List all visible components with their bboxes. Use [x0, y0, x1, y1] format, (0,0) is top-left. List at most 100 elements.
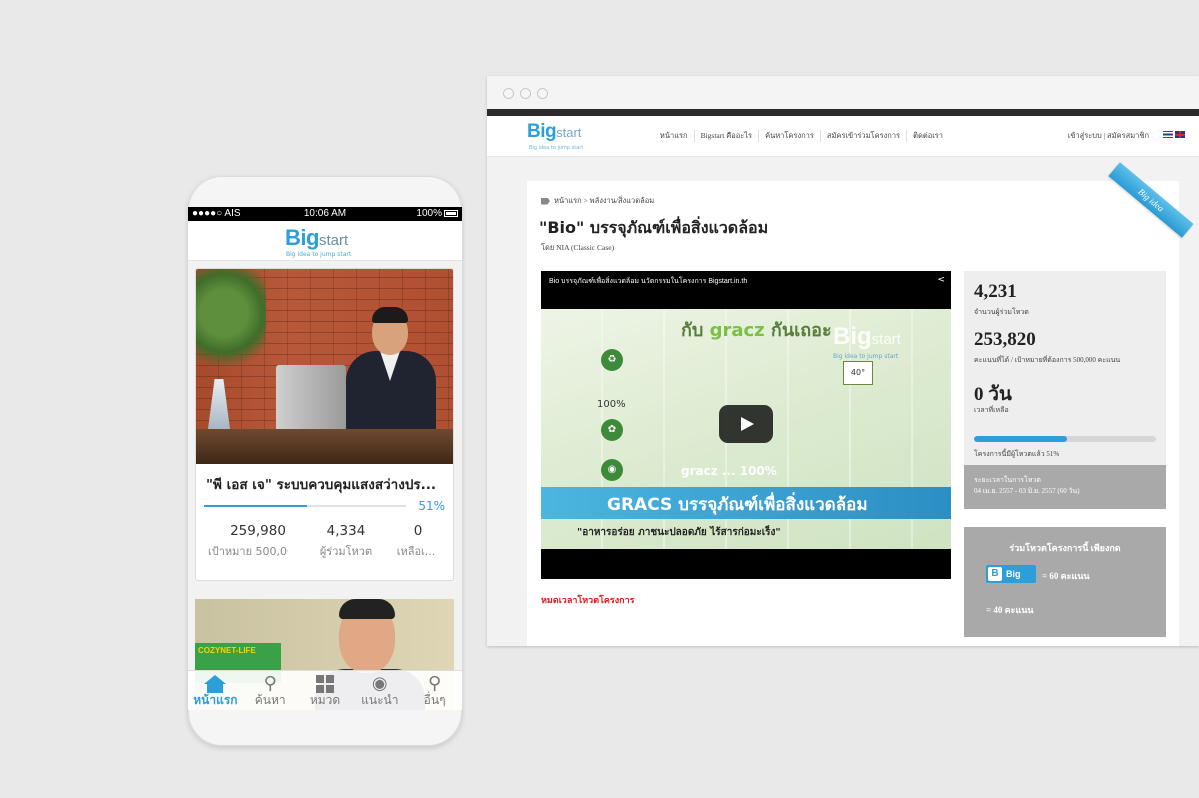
table-decor [196, 429, 453, 464]
video-banner: GRACS บรรจุภัณฑ์เพื่อสิ่งแวดล้อม [541, 487, 951, 519]
project-feed-card[interactable]: "พี เอส เจ" ระบบควบคุมแสงสว่างปร... 51% … [195, 268, 454, 581]
big-b-icon: B [988, 567, 1002, 581]
content-area: Big idea หน้าแรก > พลังงาน/สิ่งแวดล้อม "… [487, 157, 1199, 646]
target-score-value: 259,980 [230, 523, 286, 539]
tab-recommended-label: แนะนำ [361, 693, 399, 707]
voting-expired-notice: หมดเวลาโหวตโครงการ [541, 596, 635, 606]
location-pin-icon: ⚲ [427, 673, 442, 694]
leaf-icon: ✿ [601, 419, 623, 441]
tab-category[interactable]: หมวด [298, 671, 353, 710]
vote-panel-title: ร่วมโหวตโครงการนี้ เพียงกด [1009, 543, 1121, 553]
logo-start: start [556, 125, 582, 140]
recycle-icon: ♻ [601, 349, 623, 371]
tab-home-label: หน้าแรก [193, 693, 238, 707]
battery-label: 100% [416, 208, 442, 219]
nav-contact[interactable]: ติดต่อเรา [906, 130, 949, 142]
vote-panel: ร่วมโหวตโครงการนี้ เพียงกด B Big = 60 คะ… [964, 527, 1166, 637]
video-percent-label: 100% [597, 399, 626, 410]
grid-icon [315, 675, 334, 693]
vote-progress-bar [974, 436, 1156, 442]
byline: โดย NIA (Classic Case) [541, 243, 615, 252]
video-temp-badge: 40° [843, 361, 873, 385]
tab-home[interactable]: หน้าแรก [188, 671, 243, 710]
tab-category-label: หมวด [309, 693, 341, 707]
video-watermark-tagline: Big idea to jump start [833, 353, 899, 360]
tab-search[interactable]: ⚲ ค้นหา [243, 671, 298, 710]
tab-search-label: ค้นหา [254, 693, 286, 707]
nav-apply[interactable]: สมัครเข้าร่วมโครงการ [819, 130, 906, 142]
site-header: Bigstart Big idea to jump start หน้าแรก … [487, 116, 1199, 157]
project-title[interactable]: "พี เอส เจ" ระบบควบคุมแสงสว่างปร... [206, 473, 446, 495]
device-display [276, 365, 346, 431]
video-banner-text: GRACS บรรจุภัณฑ์เพื่อสิ่งแวดล้อม [607, 495, 868, 515]
plant-decor [196, 269, 266, 379]
search-icon: ⚲ [263, 673, 277, 694]
project-photo[interactable] [196, 269, 453, 464]
video-title[interactable]: Bio บรรจุภัณฑ์เพื่อสิ่งแวดล้อม นวัตกรรมใ… [549, 276, 747, 287]
target-score-label: เป้าหมาย 500,000... [208, 545, 288, 558]
tab-recommended[interactable]: ◉ แนะนำ [352, 671, 407, 710]
browser-window: Bigstart Big idea to jump start หน้าแรก … [487, 76, 1199, 646]
phone-screen: ●●●●○ AIS 10:06 AM 100% Bigstart Big ide… [188, 207, 462, 710]
nav-search-projects[interactable]: ค้นหาโครงการ [758, 130, 820, 142]
video-watermark-logo: Bigstart [833, 323, 901, 350]
days-left-label: เวลาที่เหลือ [974, 406, 1009, 414]
score-label: คะแนนที่ได้ / เป้าหมายที่ต้องการ 500,000… [974, 356, 1121, 364]
logo-tagline: Big idea to jump start [529, 145, 584, 151]
breadcrumb: หน้าแรก > พลังงาน/สิ่งแวดล้อม [541, 195, 654, 207]
voting-period-range: 04 เม.ย. 2557 - 03 มิ.ย. 2557 (60 วัน) [974, 487, 1080, 495]
login-register-link[interactable]: เข้าสู่ระบบ | สมัครสมาชิก [1068, 130, 1149, 142]
app-logo-big: Big [285, 225, 319, 250]
video-product-text: gracz ... 100% [681, 464, 777, 478]
nav-about[interactable]: Bigstart คืออะไร [693, 130, 758, 142]
browser-chrome [487, 76, 1199, 109]
page-title: "Bio" บรรจุภัณฑ์เพื่อสิ่งแวดล้อม [539, 218, 769, 237]
play-button-icon[interactable] [719, 405, 773, 443]
share-icon[interactable]: < [937, 275, 945, 285]
video-player[interactable]: Bio บรรจุภัณฑ์เพื่อสิ่งแวดล้อม นวัตกรรมใ… [541, 271, 951, 579]
phone-device: ●●●●○ AIS 10:06 AM 100% Bigstart Big ide… [188, 176, 462, 746]
app-header: Bigstart Big idea to jump start [188, 221, 462, 261]
voters-label: ผู้ร่วมโหวต [319, 545, 373, 558]
vote-progress-label: โครงการนี้มีผู้โหวตแล้ว 51% [974, 450, 1060, 458]
app-logo[interactable]: Bigstart Big idea to jump start [285, 225, 351, 258]
video-headline: กับ gracz กันเถอะ [681, 320, 832, 341]
uk-flag-icon[interactable] [1175, 131, 1185, 138]
app-logo-start: start [318, 232, 349, 249]
window-close-button[interactable] [503, 88, 514, 99]
voting-period-label: ระยะเวลาในการโหวต [974, 476, 1041, 484]
site-topbar [487, 109, 1199, 116]
breadcrumb-text[interactable]: หน้าแรก > พลังงาน/สิ่งแวดล้อม [554, 195, 654, 207]
remaining-label: เหลือเ... [396, 545, 436, 558]
site-nav: หน้าแรก Bigstart คืออะไร ค้นหาโครงการ สม… [654, 130, 949, 142]
voters-label: จำนวนผู้ร่วมโหวต [974, 308, 1029, 316]
voters-value: 4,334 [326, 523, 366, 539]
tab-more[interactable]: ⚲ อื่นๆ [407, 671, 462, 710]
battery-icon [444, 210, 458, 217]
big-idea-ribbon: Big idea [1108, 162, 1194, 238]
project-progress-fill [204, 505, 308, 507]
vote-start-score: = 40 คะแนน [986, 605, 1034, 615]
thai-flag-icon[interactable] [1163, 131, 1173, 138]
project-progress-bar [204, 505, 406, 507]
voters-count: 4,231 [974, 281, 1017, 302]
window-maximize-button[interactable] [537, 88, 548, 99]
project-progress-label: 51% [418, 499, 445, 513]
nav-home[interactable]: หน้าแรก [654, 130, 694, 142]
language-switcher [1163, 131, 1185, 138]
score-value: 253,820 [974, 329, 1036, 350]
status-bar: ●●●●○ AIS 10:06 AM 100% [188, 207, 462, 221]
video-slogan: "อาหารอร่อย ภาชนะปลอดภัย ไร้สารก่อมะเร็ง… [577, 527, 781, 538]
vote-big-score: = 60 คะแนน [1042, 571, 1090, 581]
voting-period: ระยะเวลาในการโหวต 04 เม.ย. 2557 - 03 มิ.… [964, 465, 1166, 509]
app-logo-tagline: Big idea to jump start [286, 251, 352, 258]
project-card: Big idea หน้าแรก > พลังงาน/สิ่งแวดล้อม "… [527, 162, 1194, 646]
vote-big-label: Big [1006, 569, 1021, 579]
window-minimize-button[interactable] [520, 88, 531, 99]
vote-progress-fill [974, 436, 1067, 442]
logo-big: Big [527, 121, 557, 142]
bowl-icon: ◉ [601, 459, 623, 481]
site-logo[interactable]: Bigstart Big idea to jump start [527, 121, 597, 153]
vote-big-button[interactable]: B Big [986, 565, 1036, 583]
home-icon [204, 675, 227, 693]
